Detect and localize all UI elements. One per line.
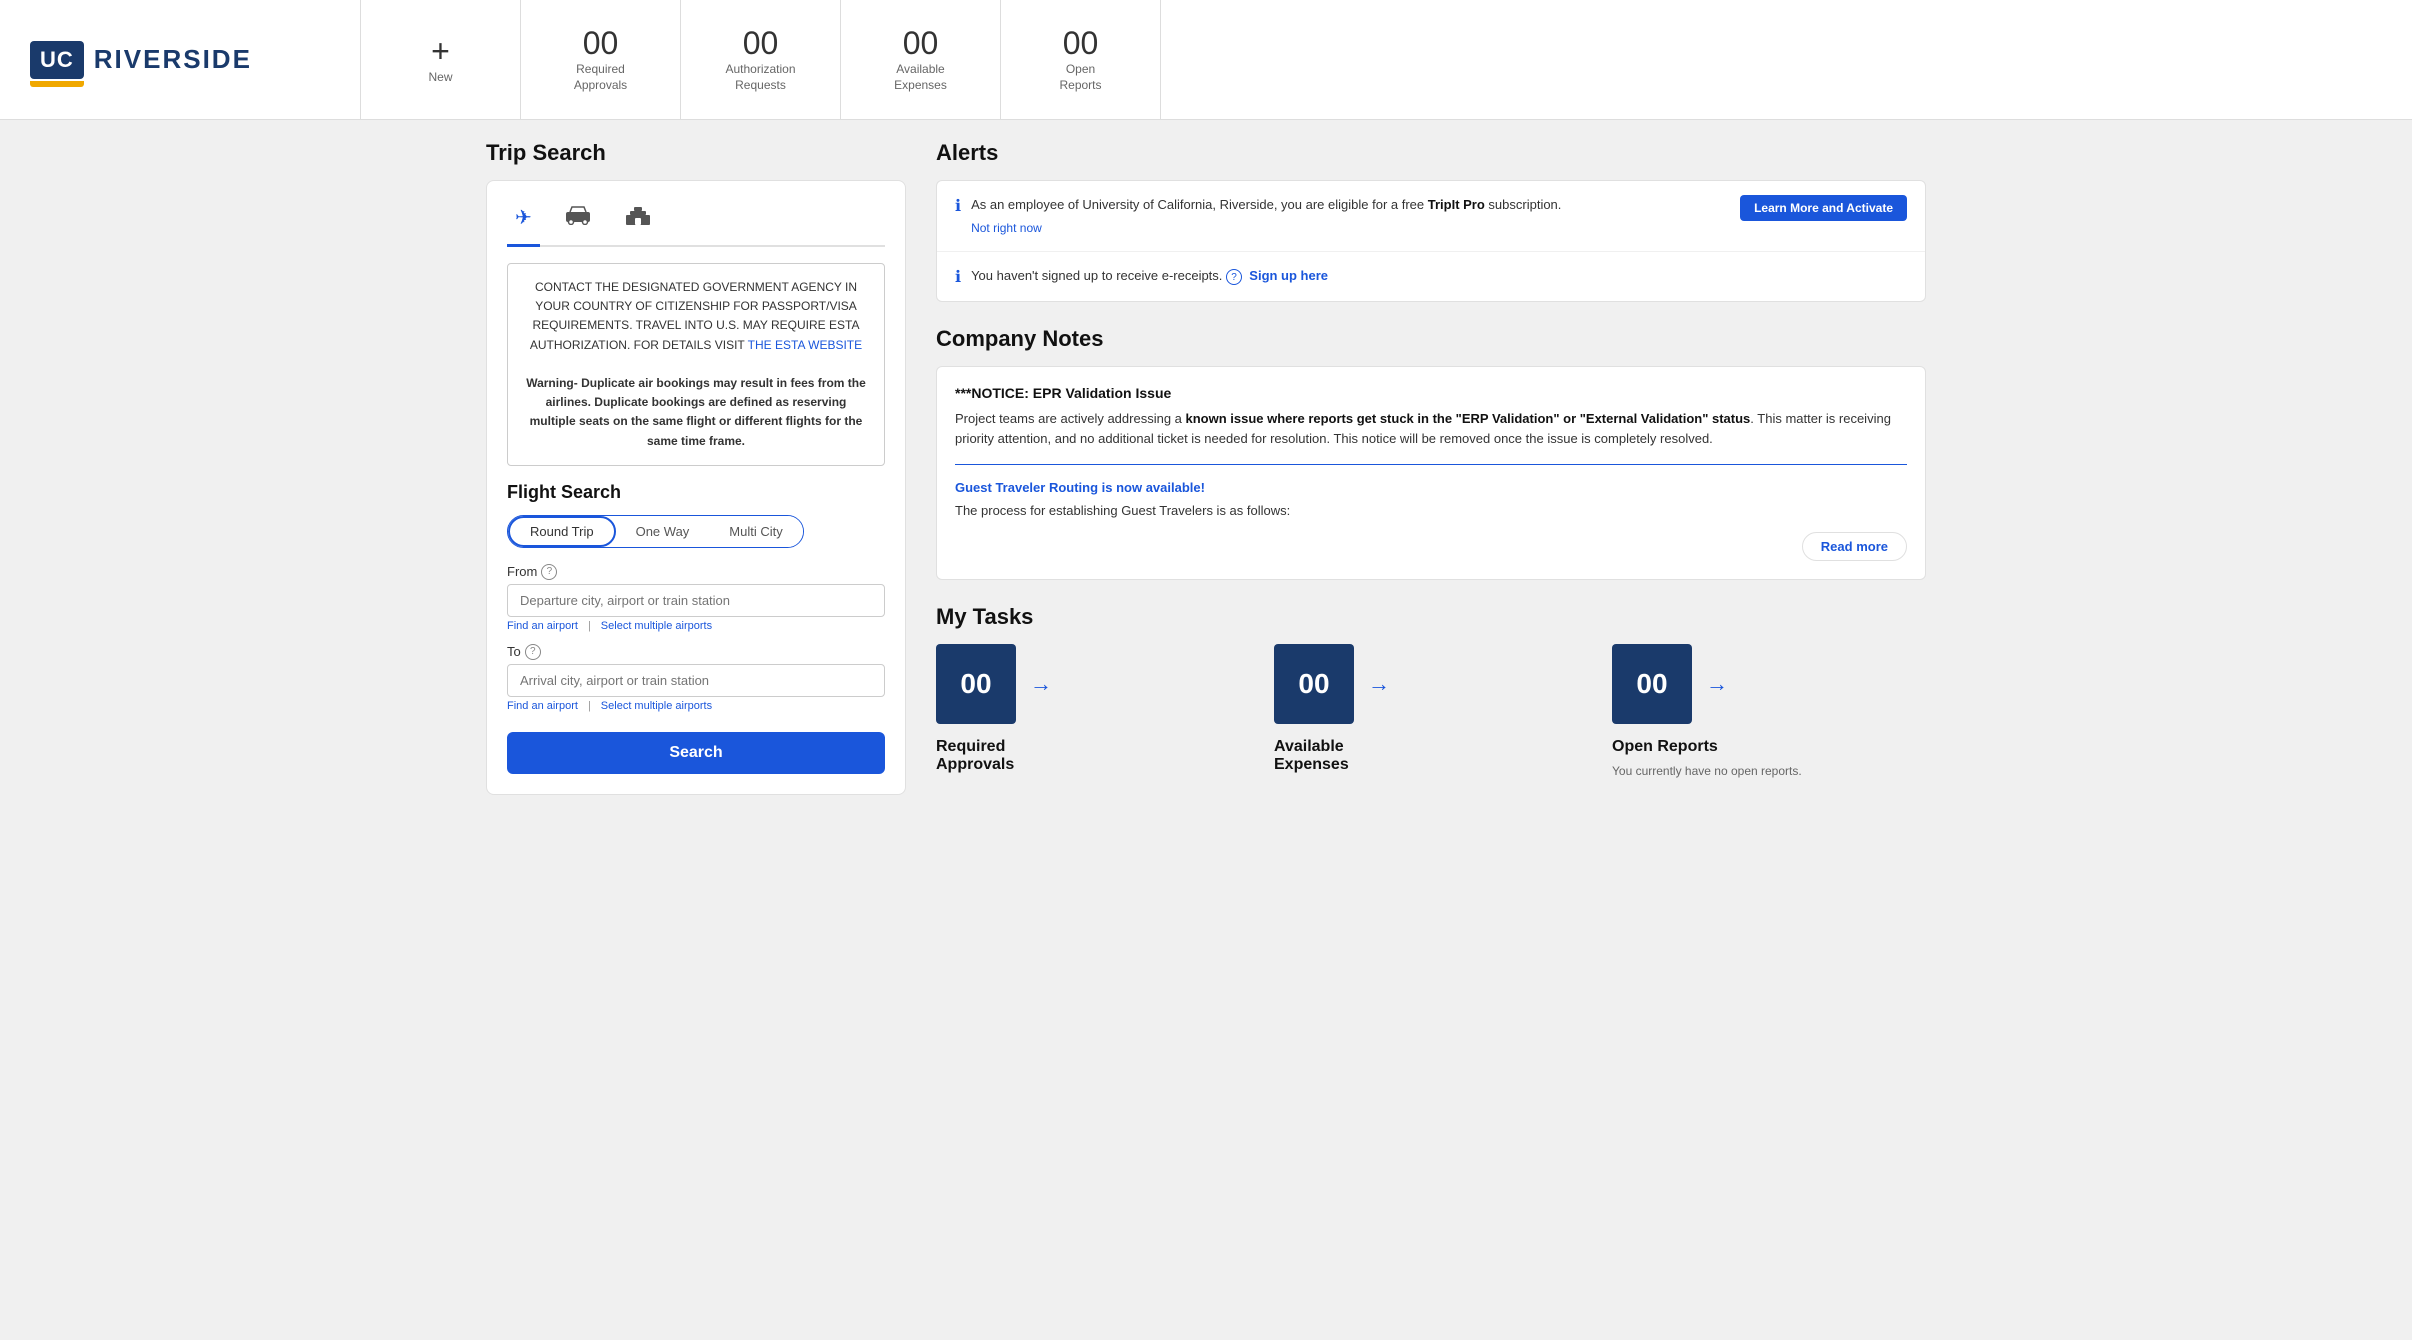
transport-tabs: ✈	[507, 201, 885, 247]
plus-icon: +	[431, 33, 450, 70]
to-input-links: Find an airport | Select multiple airpor…	[507, 700, 885, 712]
open-reports-arrow[interactable]: →	[1706, 671, 1728, 697]
header-nav: + New 00 RequiredApprovals 00 Authorizat…	[360, 0, 2412, 119]
required-approvals-arrow[interactable]: →	[1030, 671, 1052, 697]
guest-routing-body: The process for establishing Guest Trave…	[955, 501, 1907, 522]
header: UC RIVERSIDE + New 00 RequiredApprovals …	[0, 0, 2412, 120]
to-label: To ?	[507, 644, 885, 660]
left-panel: Trip Search ✈	[486, 140, 906, 795]
available-expenses-label: AvailableExpenses	[894, 62, 947, 93]
logo-area: UC RIVERSIDE	[0, 0, 360, 119]
open-reports-number: 00	[1063, 25, 1099, 62]
read-more-row: Read more	[955, 532, 1907, 561]
required-approvals-badge: 00	[936, 644, 1016, 724]
read-more-button[interactable]: Read more	[1802, 532, 1907, 561]
guest-routing-link[interactable]: Guest Traveler Routing is now available!	[955, 480, 1205, 495]
task-top-required-approvals: 00 →	[936, 644, 1052, 724]
riverside-logo-text: RIVERSIDE	[94, 44, 252, 75]
tripit-alert-item: ℹ As an employee of University of Califo…	[937, 181, 1925, 252]
visa-notice: CONTACT THE DESIGNATED GOVERNMENT AGENCY…	[507, 263, 885, 466]
round-trip-button[interactable]: Round Trip	[508, 516, 616, 547]
to-form-group: To ? Find an airport | Select multiple a…	[507, 644, 885, 712]
from-help-icon[interactable]: ?	[541, 564, 557, 580]
authorization-requests-number: 00	[743, 25, 779, 62]
duplicate-booking-warning: Warning- Duplicate air bookings may resu…	[526, 376, 866, 448]
select-multiple-airports-link-to[interactable]: Select multiple airports	[601, 700, 712, 712]
find-airport-link-to[interactable]: Find an airport	[507, 700, 578, 712]
esta-link[interactable]: THE ESTA WEBSITE	[748, 338, 862, 352]
ereceipt-info-icon: ℹ	[955, 267, 961, 287]
company-notes-title: Company Notes	[936, 326, 1926, 352]
open-reports-task-label: Open Reports	[1612, 738, 1718, 756]
task-card-available-expenses: 00 → AvailableExpenses	[1274, 644, 1588, 778]
authorization-requests-label: AuthorizationRequests	[725, 62, 795, 93]
ereceipt-alert-item: ℹ You haven't signed up to receive e-rec…	[937, 252, 1925, 301]
trip-type-buttons: Round Trip One Way Multi City	[507, 515, 804, 548]
to-input[interactable]	[507, 664, 885, 697]
select-multiple-airports-link-from[interactable]: Select multiple airports	[601, 620, 712, 632]
notice-body: Project teams are actively addressing a …	[955, 409, 1907, 451]
alerts-section: Alerts ℹ As an employee of University of…	[936, 140, 1926, 302]
learn-more-activate-button[interactable]: Learn More and Activate	[1740, 195, 1907, 221]
find-airport-link-from[interactable]: Find an airport	[507, 620, 578, 632]
open-reports-label: OpenReports	[1059, 62, 1101, 93]
from-input-links: Find an airport | Select multiple airpor…	[507, 620, 885, 632]
to-help-icon[interactable]: ?	[525, 644, 541, 660]
available-expenses-task-label: AvailableExpenses	[1274, 738, 1349, 774]
nav-item-required-approvals[interactable]: 00 RequiredApprovals	[521, 0, 681, 119]
my-tasks-title: My Tasks	[936, 604, 1926, 630]
ereceipt-alert-text: You haven't signed up to receive e-recei…	[971, 266, 1907, 286]
notice-title: ***NOTICE: EPR Validation Issue	[955, 385, 1907, 401]
multi-city-button[interactable]: Multi City	[709, 516, 802, 547]
notes-box: ***NOTICE: EPR Validation Issue Project …	[936, 366, 1926, 580]
tripit-strong: TripIt Pro	[1428, 197, 1485, 212]
task-card-required-approvals: 00 → RequiredApprovals	[936, 644, 1250, 778]
tasks-grid: 00 → RequiredApprovals 00 → AvailableExp…	[936, 644, 1926, 778]
task-top-available-expenses: 00 →	[1274, 644, 1390, 724]
flight-tab[interactable]: ✈	[507, 201, 540, 237]
nav-item-available-expenses[interactable]: 00 AvailableExpenses	[841, 0, 1001, 119]
required-approvals-label: RequiredApprovals	[574, 62, 627, 93]
nav-item-new[interactable]: + New	[361, 0, 521, 119]
ereceipt-help-icon[interactable]: ?	[1226, 269, 1242, 285]
open-reports-task-sub: You currently have no open reports.	[1612, 764, 1802, 778]
my-tasks-section: My Tasks 00 → RequiredApprovals 00 →	[936, 604, 1926, 778]
required-approvals-task-label: RequiredApprovals	[936, 738, 1014, 774]
not-right-now-link[interactable]: Not right now	[971, 219, 1730, 237]
uc-logo-badge: UC	[30, 41, 84, 79]
available-expenses-arrow[interactable]: →	[1368, 671, 1390, 697]
open-reports-badge: 00	[1612, 644, 1692, 724]
hotel-tab[interactable]	[616, 201, 660, 237]
nav-item-open-reports[interactable]: 00 OpenReports	[1001, 0, 1161, 119]
available-expenses-number: 00	[903, 25, 939, 62]
main-content: Trip Search ✈	[456, 120, 1956, 815]
search-button[interactable]: Search	[507, 732, 885, 774]
alerts-title: Alerts	[936, 140, 1926, 166]
from-form-group: From ? Find an airport | Select multiple…	[507, 564, 885, 632]
tripit-alert-text: As an employee of University of Californ…	[971, 195, 1730, 237]
search-card: ✈	[486, 180, 906, 795]
tripit-info-icon: ℹ	[955, 196, 961, 216]
task-top-open-reports: 00 →	[1612, 644, 1728, 724]
guest-routing-section: Guest Traveler Routing is now available!…	[955, 479, 1907, 522]
from-label: From ?	[507, 564, 885, 580]
notice-strong: known issue where reports get stuck in t…	[1186, 411, 1751, 426]
nav-new-label: New	[428, 70, 452, 86]
task-card-open-reports: 00 → Open Reports You currently have no …	[1612, 644, 1926, 778]
logo-box: UC RIVERSIDE	[30, 41, 252, 79]
sign-up-link[interactable]: Sign up here	[1249, 268, 1328, 283]
alerts-box: ℹ As an employee of University of Califo…	[936, 180, 1926, 302]
trip-search-title: Trip Search	[486, 140, 906, 166]
from-input[interactable]	[507, 584, 885, 617]
nav-item-authorization-requests[interactable]: 00 AuthorizationRequests	[681, 0, 841, 119]
right-panel: Alerts ℹ As an employee of University of…	[936, 140, 1926, 795]
available-expenses-badge: 00	[1274, 644, 1354, 724]
company-notes-section: Company Notes ***NOTICE: EPR Validation …	[936, 326, 1926, 580]
one-way-button[interactable]: One Way	[616, 516, 710, 547]
car-tab[interactable]	[556, 201, 600, 237]
notes-divider	[955, 464, 1907, 465]
flight-search-title: Flight Search	[507, 482, 885, 503]
required-approvals-number: 00	[583, 25, 619, 62]
